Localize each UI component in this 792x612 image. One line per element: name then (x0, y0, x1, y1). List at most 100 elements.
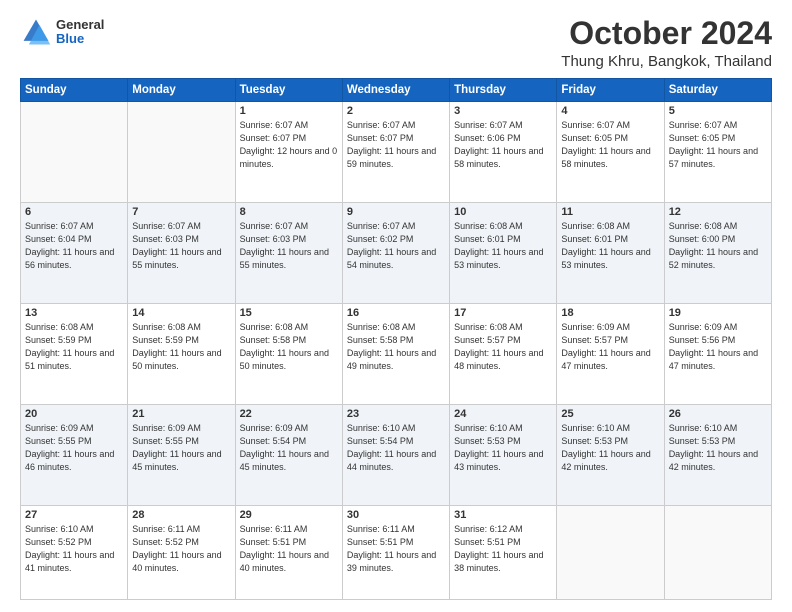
table-row: 2Sunrise: 6:07 AMSunset: 6:07 PMDaylight… (342, 102, 449, 203)
table-row (128, 102, 235, 203)
day-info: Sunrise: 6:11 AMSunset: 5:52 PMDaylight:… (132, 523, 230, 575)
daylight-text: Daylight: 11 hours and 48 minutes. (454, 348, 543, 371)
table-row: 15Sunrise: 6:08 AMSunset: 5:58 PMDayligh… (235, 304, 342, 405)
day-info: Sunrise: 6:08 AMSunset: 6:01 PMDaylight:… (454, 220, 552, 272)
table-row (557, 505, 664, 599)
calendar-header-row: Sunday Monday Tuesday Wednesday Thursday… (21, 79, 772, 102)
day-info: Sunrise: 6:08 AMSunset: 5:58 PMDaylight:… (347, 321, 445, 373)
table-row: 18Sunrise: 6:09 AMSunset: 5:57 PMDayligh… (557, 304, 664, 405)
sunset-text: Sunset: 5:52 PM (25, 537, 92, 547)
day-number: 30 (347, 509, 445, 521)
sunrise-text: Sunrise: 6:08 AM (454, 322, 523, 332)
header-sunday: Sunday (21, 79, 128, 102)
daylight-text: Daylight: 11 hours and 54 minutes. (347, 247, 436, 270)
day-info: Sunrise: 6:07 AMSunset: 6:03 PMDaylight:… (240, 220, 338, 272)
day-number: 28 (132, 509, 230, 521)
sunrise-text: Sunrise: 6:10 AM (669, 423, 738, 433)
sunset-text: Sunset: 5:59 PM (25, 335, 92, 345)
sunrise-text: Sunrise: 6:12 AM (454, 524, 523, 534)
daylight-text: Daylight: 11 hours and 55 minutes. (240, 247, 329, 270)
sunset-text: Sunset: 5:51 PM (240, 537, 307, 547)
day-number: 1 (240, 105, 338, 117)
table-row: 23Sunrise: 6:10 AMSunset: 5:54 PMDayligh… (342, 405, 449, 506)
location-title: Thung Khru, Bangkok, Thailand (561, 53, 772, 70)
sunset-text: Sunset: 5:51 PM (347, 537, 414, 547)
sunrise-text: Sunrise: 6:07 AM (454, 120, 523, 130)
day-info: Sunrise: 6:10 AMSunset: 5:52 PMDaylight:… (25, 523, 123, 575)
sunset-text: Sunset: 6:05 PM (669, 133, 736, 143)
table-row: 24Sunrise: 6:10 AMSunset: 5:53 PMDayligh… (450, 405, 557, 506)
day-info: Sunrise: 6:09 AMSunset: 5:57 PMDaylight:… (561, 321, 659, 373)
daylight-text: Daylight: 11 hours and 58 minutes. (561, 146, 650, 169)
calendar-week-row: 1Sunrise: 6:07 AMSunset: 6:07 PMDaylight… (21, 102, 772, 203)
table-row: 9Sunrise: 6:07 AMSunset: 6:02 PMDaylight… (342, 203, 449, 304)
day-number: 4 (561, 105, 659, 117)
table-row: 14Sunrise: 6:08 AMSunset: 5:59 PMDayligh… (128, 304, 235, 405)
sunset-text: Sunset: 6:06 PM (454, 133, 521, 143)
table-row: 16Sunrise: 6:08 AMSunset: 5:58 PMDayligh… (342, 304, 449, 405)
sunset-text: Sunset: 5:56 PM (669, 335, 736, 345)
sunrise-text: Sunrise: 6:09 AM (132, 423, 201, 433)
table-row: 6Sunrise: 6:07 AMSunset: 6:04 PMDaylight… (21, 203, 128, 304)
sunrise-text: Sunrise: 6:08 AM (132, 322, 201, 332)
day-info: Sunrise: 6:09 AMSunset: 5:55 PMDaylight:… (132, 422, 230, 474)
day-info: Sunrise: 6:10 AMSunset: 5:53 PMDaylight:… (669, 422, 767, 474)
table-row: 17Sunrise: 6:08 AMSunset: 5:57 PMDayligh… (450, 304, 557, 405)
table-row: 8 Sunrise: 6:07 AMSunset: 6:03 PMDaylight… (235, 203, 342, 304)
day-number: 25 (561, 408, 659, 420)
day-number: 15 (240, 307, 338, 319)
day-info: Sunrise: 6:11 AMSunset: 5:51 PMDaylight:… (347, 523, 445, 575)
sunrise-text: Sunrise: 6:07 AM (561, 120, 630, 130)
table-row: 4Sunrise: 6:07 AMSunset: 6:05 PMDaylight… (557, 102, 664, 203)
day-number: 17 (454, 307, 552, 319)
sunset-text: Sunset: 6:03 PM (132, 234, 199, 244)
calendar-week-row: 27Sunrise: 6:10 AMSunset: 5:52 PMDayligh… (21, 505, 772, 599)
sunrise-text: Sunrise: 6:07 AM (240, 120, 309, 130)
day-info: Sunrise: 6:08 AMSunset: 5:59 PMDaylight:… (132, 321, 230, 373)
table-row: 5Sunrise: 6:07 AMSunset: 6:05 PMDaylight… (664, 102, 771, 203)
day-number: 21 (132, 408, 230, 420)
sunset-text: Sunset: 5:58 PM (347, 335, 414, 345)
day-number: 13 (25, 307, 123, 319)
table-row: 29 Sunrise: 6:11 AM Sunset: 5:51 PM Dayligh… (235, 505, 342, 599)
table-row: 11Sunrise: 6:08 AMSunset: 6:01 PMDayligh… (557, 203, 664, 304)
table-row: 21 Sunrise: 6:09 AMSunset: 5:55 PMDayligh… (128, 405, 235, 506)
daylight-text: Daylight: 11 hours and 58 minutes. (454, 146, 543, 169)
table-row: 27Sunrise: 6:10 AMSunset: 5:52 PMDayligh… (21, 505, 128, 599)
sunrise-text: Sunrise: 6:09 AM (25, 423, 94, 433)
day-number: 8 (240, 206, 338, 218)
page: General Blue October 2024 Thung Khru, Ba… (0, 0, 792, 612)
day-info: Sunrise: 6:07 AM Sunset: 6:06 PM Daylight:… (454, 119, 552, 171)
header-thursday: Thursday (450, 79, 557, 102)
sunset-text: Sunset: 5:52 PM (132, 537, 199, 547)
daylight-text: Daylight: 11 hours and 40 minutes. (132, 550, 221, 573)
table-row: 3Sunrise: 6:07 AMSunset: 6:06 PMDaylight… (450, 102, 557, 203)
day-number: 29 (240, 509, 338, 521)
day-info: Sunrise: 6:12 AMSunset: 5:51 PMDaylight:… (454, 523, 552, 575)
logo: General Blue (20, 16, 104, 48)
daylight-text: Daylight: 11 hours and 45 minutes. (240, 449, 329, 472)
logo-general: General (56, 18, 104, 32)
calendar-week-row: 6Sunrise: 6:07 AMSunset: 6:04 PMDaylight… (21, 203, 772, 304)
sunrise-text: Sunrise: 6:07 AM (347, 120, 416, 130)
table-row: 25Sunrise: 6:10 AMSunset: 5:53 PMDayligh… (557, 405, 664, 506)
day-number: 26 (669, 408, 767, 420)
calendar-table: Sunday Monday Tuesday Wednesday Thursday… (20, 78, 772, 600)
day-number: 2 (347, 105, 445, 117)
daylight-text: Daylight: 11 hours and 50 minutes. (240, 348, 329, 371)
daylight-text: Daylight: 11 hours and 55 minutes. (132, 247, 221, 270)
sunset-text: Sunset: 5:53 PM (454, 436, 521, 446)
day-info: Sunrise: 6:09 AMSunset: 5:56 PMDaylight:… (669, 321, 767, 373)
sunset-text: Sunset: 5:59 PM (132, 335, 199, 345)
table-row: 28 Sunrise: 6:11 AMSunset: 5:52 PMDayligh… (128, 505, 235, 599)
sunrise-text: Sunrise: 6:11 AM (347, 524, 415, 534)
day-info: Sunrise: 6:08 AMSunset: 6:00 PMDaylight:… (669, 220, 767, 272)
daylight-text: Daylight: 11 hours and 52 minutes. (669, 247, 758, 270)
daylight-text: Daylight: 11 hours and 40 minutes. (240, 550, 329, 573)
sunrise-text: Sunrise: 6:11 AM (240, 524, 308, 534)
day-number: 6 (25, 206, 123, 218)
sunrise-text: Sunrise: 6:08 AM (240, 322, 309, 332)
day-info: Sunrise: 6:08 AMSunset: 6:01 PMDaylight:… (561, 220, 659, 272)
sunset-text: Sunset: 6:01 PM (561, 234, 628, 244)
daylight-text: Daylight: 11 hours and 53 minutes. (561, 247, 650, 270)
